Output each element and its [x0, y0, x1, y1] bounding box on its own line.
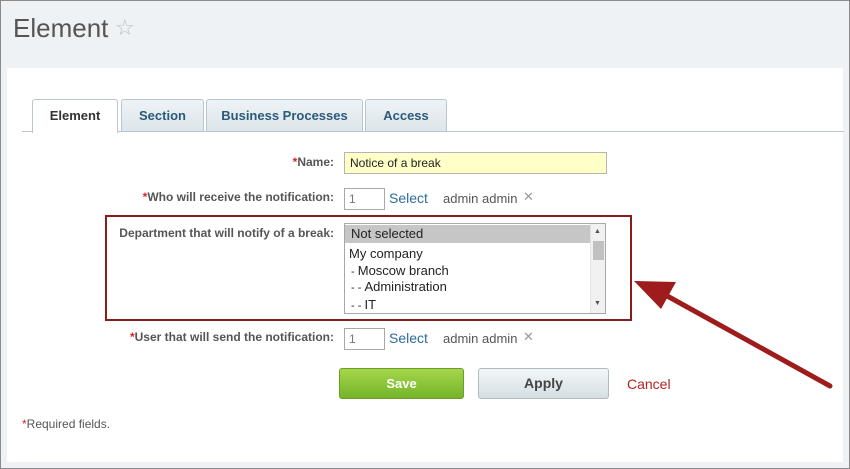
annotation-arrow	[634, 281, 833, 389]
tab-element[interactable]: Element	[32, 99, 118, 133]
arrow-shaft	[657, 289, 833, 389]
